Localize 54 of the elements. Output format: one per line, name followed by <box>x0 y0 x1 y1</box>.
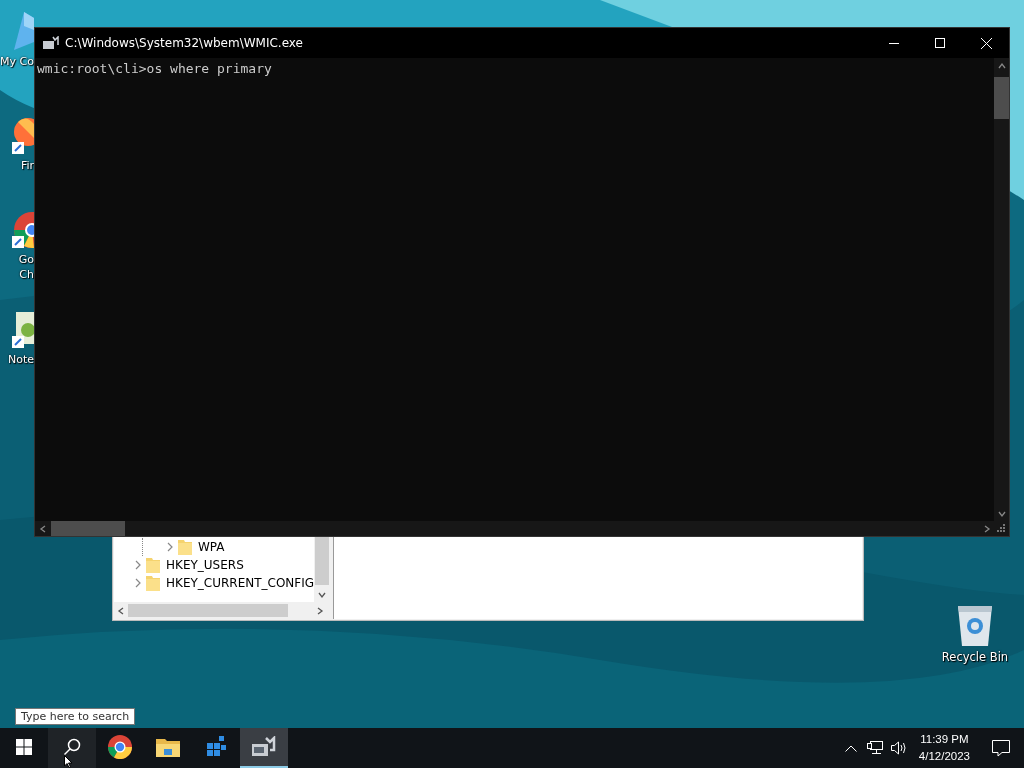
console-tool-icon <box>252 736 276 758</box>
chevron-up-icon <box>844 744 857 752</box>
tree-item[interactable]: HKEY_CURRENT_CONFIG <box>114 574 315 592</box>
desktop-icon-label[interactable]: Ch <box>19 267 34 282</box>
vertical-scrollbar[interactable] <box>314 537 331 602</box>
clock[interactable]: 11:39 PM 4/12/2023 <box>910 728 978 768</box>
windows-logo-icon <box>16 739 32 755</box>
scroll-left-icon[interactable] <box>38 524 47 533</box>
recycle-bin-label: Recycle Bin <box>941 650 1009 664</box>
vertical-scrollbar[interactable] <box>994 58 1009 521</box>
folder-icon <box>156 737 180 757</box>
scroll-thumb[interactable] <box>315 537 330 585</box>
folder-icon <box>178 539 192 555</box>
scroll-down-icon[interactable] <box>318 591 327 599</box>
tree-item-label: HKEY_USERS <box>166 558 244 572</box>
desktop-icon-label[interactable]: Go <box>18 252 34 267</box>
tree-item[interactable]: WPA <box>114 538 315 556</box>
scroll-down-icon[interactable] <box>997 509 1006 518</box>
horizontal-scrollbar[interactable] <box>114 602 331 619</box>
speaker-icon <box>890 741 907 755</box>
recycle-bin[interactable]: Recycle Bin <box>938 602 1012 664</box>
speech-bubble-icon <box>992 739 1010 757</box>
tree-item[interactable]: HKEY_USERS <box>114 556 315 574</box>
console-line: wmic:root\cli>os where primary <box>37 60 273 77</box>
scroll-thumb[interactable] <box>128 604 288 617</box>
scroll-right-icon[interactable] <box>316 606 325 615</box>
scroll-right-icon[interactable] <box>982 524 991 533</box>
clock-date: 4/12/2023 <box>918 749 970 764</box>
desktop-icon-label[interactable]: Note <box>7 352 34 367</box>
scroll-left-icon[interactable] <box>117 606 125 615</box>
folder-icon <box>146 575 160 591</box>
search-icon <box>63 738 81 756</box>
tree-item-label: HKEY_CURRENT_CONFIG <box>166 576 315 590</box>
scroll-up-icon[interactable] <box>997 61 1006 70</box>
search-tooltip: Type here to search <box>15 708 136 725</box>
desktop-icon-label[interactable]: Fir <box>20 158 34 173</box>
scroll-thumb[interactable] <box>51 521 125 536</box>
taskbar-app-button[interactable] <box>240 728 288 768</box>
clock-time: 11:39 PM <box>920 732 969 747</box>
registry-cubes-icon <box>205 735 227 759</box>
pointer-icon <box>64 755 74 768</box>
console-tool-icon <box>43 36 59 50</box>
horizontal-scrollbar[interactable] <box>35 521 1009 536</box>
close-icon <box>980 37 992 49</box>
resize-grip-icon[interactable] <box>997 524 1006 533</box>
network-icon <box>866 741 883 755</box>
scroll-thumb[interactable] <box>994 77 1009 119</box>
taskbar-app-button[interactable] <box>48 728 96 768</box>
folder-icon <box>146 557 160 573</box>
tree-item-label: WPA <box>198 540 225 554</box>
collapsed-chevron-icon[interactable] <box>166 542 174 552</box>
window-title: C:\Windows\System32\wbem\WMIC.exe <box>65 36 304 50</box>
maximize-icon <box>935 38 945 48</box>
chrome-icon <box>108 735 132 759</box>
